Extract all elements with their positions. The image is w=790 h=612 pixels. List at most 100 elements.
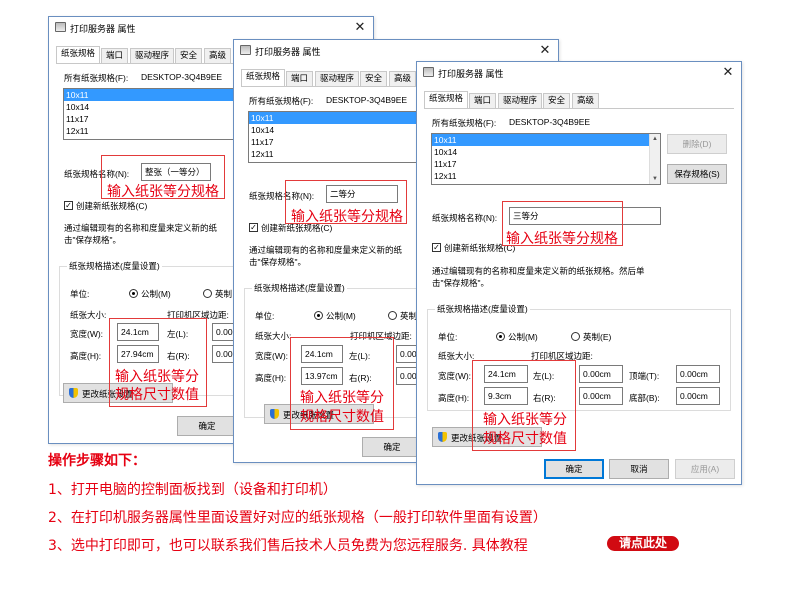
delete-button[interactable]: 删除(D) (667, 134, 727, 154)
metric-label: 公制(M) (508, 332, 538, 342)
shield-icon (438, 432, 447, 442)
list-item[interactable]: 10x11 (249, 112, 427, 124)
forms-list[interactable]: 10x11 10x14 11x17 12x11 ▲ ▼ (431, 133, 661, 185)
english-radio[interactable] (203, 289, 212, 298)
tab-drivers[interactable]: 驱动程序 (315, 71, 360, 86)
form-name-label: 纸张规格名称(N): (432, 213, 498, 223)
create-new-form-checkbox[interactable]: ✓ (249, 223, 258, 232)
tab-ports[interactable]: 端口 (101, 48, 129, 63)
bottom-margin-input[interactable]: 0.00cm (676, 387, 720, 405)
dialog-title: 打印服务器 属性 (255, 47, 321, 57)
metric-radio[interactable] (129, 289, 138, 298)
close-button[interactable]: ✕ (715, 62, 741, 82)
list-item[interactable]: 11x17 (432, 158, 660, 170)
close-button[interactable]: ✕ (347, 17, 373, 37)
list-item[interactable]: 11x17 (64, 113, 242, 125)
list-item[interactable]: 11x17 (249, 136, 427, 148)
tab-ports[interactable]: 端口 (469, 93, 497, 108)
create-new-form-label: 创建新纸张规格(C) (76, 201, 148, 211)
list-item[interactable]: 10x11 (64, 89, 242, 101)
tab-security[interactable]: 安全 (543, 93, 571, 108)
annotation-text: 输入纸张等分 (483, 411, 567, 427)
tab-drivers[interactable]: 驱动程序 (130, 48, 175, 63)
tab-forms[interactable]: 纸张规格 (424, 91, 469, 108)
close-button[interactable]: ✕ (532, 40, 558, 60)
chevron-down-icon[interactable]: ▼ (650, 174, 660, 184)
list-item[interactable]: 12x11 (249, 148, 427, 160)
tab-forms[interactable]: 纸张规格 (241, 69, 286, 86)
metric-radio[interactable] (314, 311, 323, 320)
server-name: DESKTOP-3Q4B9EE (326, 95, 408, 105)
tab-security[interactable]: 安全 (175, 48, 203, 63)
english-label: 英制 (400, 311, 418, 321)
description-text: 通过编辑现有的名称和度量来定义新的纸 (64, 223, 218, 233)
group-title: 纸张规格描述(度量设置) (252, 282, 347, 294)
group-title: 纸张规格描述(度量设置) (435, 303, 530, 315)
width-label: 宽度(W): (438, 371, 472, 381)
top-margin-label: 顶端(T): (629, 371, 660, 381)
title-bar: 打印服务器 属性 ✕ (49, 17, 373, 39)
list-item[interactable]: 10x14 (64, 101, 242, 113)
create-new-form-checkbox[interactable]: ✓ (64, 201, 73, 210)
width-label: 宽度(W): (255, 351, 289, 361)
ok-button[interactable]: 确定 (362, 437, 422, 457)
forms-list[interactable]: 10x11 10x14 11x17 12x11 (248, 111, 428, 163)
click-here-link[interactable]: 请点此处 (607, 536, 679, 551)
paper-size-label: 纸张大小: (438, 351, 475, 361)
top-margin-input[interactable]: 0.00cm (676, 365, 720, 383)
annotation-text: 规格尺寸数值 (483, 430, 567, 446)
tab-advanced[interactable]: 高级 (389, 71, 417, 86)
description-text: 击"保存规格"。 (249, 257, 307, 267)
left-margin-input[interactable]: 0.00cm (579, 365, 623, 383)
english-radio[interactable] (571, 332, 580, 341)
instruction-step: 1、打开电脑的控制面板找到（设备和打印机） (48, 482, 337, 498)
chevron-up-icon[interactable]: ▲ (650, 134, 660, 144)
width-label: 宽度(W): (70, 329, 104, 339)
tab-security[interactable]: 安全 (360, 71, 388, 86)
height-label: 高度(H): (438, 393, 470, 403)
tab-forms[interactable]: 纸张规格 (56, 46, 101, 63)
list-scrollbar[interactable]: ▲ ▼ (649, 134, 660, 184)
metric-radio[interactable] (496, 332, 505, 341)
forms-list[interactable]: 10x11 10x14 11x17 12x11 (63, 88, 243, 140)
apply-button[interactable]: 应用(A) (675, 459, 735, 479)
printer-icon (423, 67, 434, 77)
all-forms-label: 所有纸张规格(F): (432, 118, 497, 128)
all-forms-label: 所有纸张规格(F): (64, 73, 129, 83)
save-form-button[interactable]: 保存规格(S) (667, 164, 727, 184)
all-forms-label: 所有纸张规格(F): (249, 96, 314, 106)
description-text: 击"保存规格"。 (64, 235, 122, 245)
list-item[interactable]: 12x11 (432, 170, 660, 182)
list-item[interactable]: 12x11 (64, 125, 242, 137)
annotation-text: 输入纸张等分规格 (506, 230, 618, 246)
server-name: DESKTOP-3Q4B9EE (509, 117, 591, 127)
list-item[interactable]: 10x14 (432, 146, 660, 158)
list-item[interactable]: 10x11 (432, 134, 649, 146)
list-item[interactable]: 10x14 (249, 124, 427, 136)
tab-advanced[interactable]: 高级 (204, 48, 232, 63)
metric-label: 公制(M) (326, 311, 356, 321)
ok-button[interactable]: 确定 (177, 416, 237, 436)
shield-icon (69, 388, 78, 398)
ok-button[interactable]: 确定 (544, 459, 604, 479)
tab-drivers[interactable]: 驱动程序 (498, 93, 543, 108)
title-bar: 打印服务器 属性 ✕ (417, 62, 741, 84)
tab-divider (424, 108, 734, 109)
cancel-button[interactable]: 取消 (609, 459, 669, 479)
tab-ports[interactable]: 端口 (286, 71, 314, 86)
printer-server-properties-dialog-3: 打印服务器 属性 ✕ 纸张规格 端口 驱动程序 安全 高级 所有纸张规格(F):… (416, 61, 742, 485)
instruction-step: 3、选中打印即可，也可以联系我们售后技术人员免费为您远程服务. 具体教程 (48, 538, 528, 554)
english-label: 英制 (215, 289, 233, 299)
description-text: 通过编辑现有的名称和度量来定义新的纸 (249, 245, 403, 255)
units-label: 单位: (255, 311, 275, 321)
english-radio[interactable] (388, 311, 397, 320)
printer-icon (55, 22, 66, 32)
tab-advanced[interactable]: 高级 (572, 93, 600, 108)
paper-size-label: 纸张大小: (255, 331, 292, 341)
bottom-margin-label: 底部(B): (629, 393, 660, 403)
dialog-title: 打印服务器 属性 (438, 69, 504, 79)
right-margin-input[interactable]: 0.00cm (579, 387, 623, 405)
english-label: 英制(E) (583, 332, 612, 342)
title-bar: 打印服务器 属性 ✕ (234, 40, 558, 62)
create-new-form-checkbox[interactable]: ✓ (432, 243, 441, 252)
